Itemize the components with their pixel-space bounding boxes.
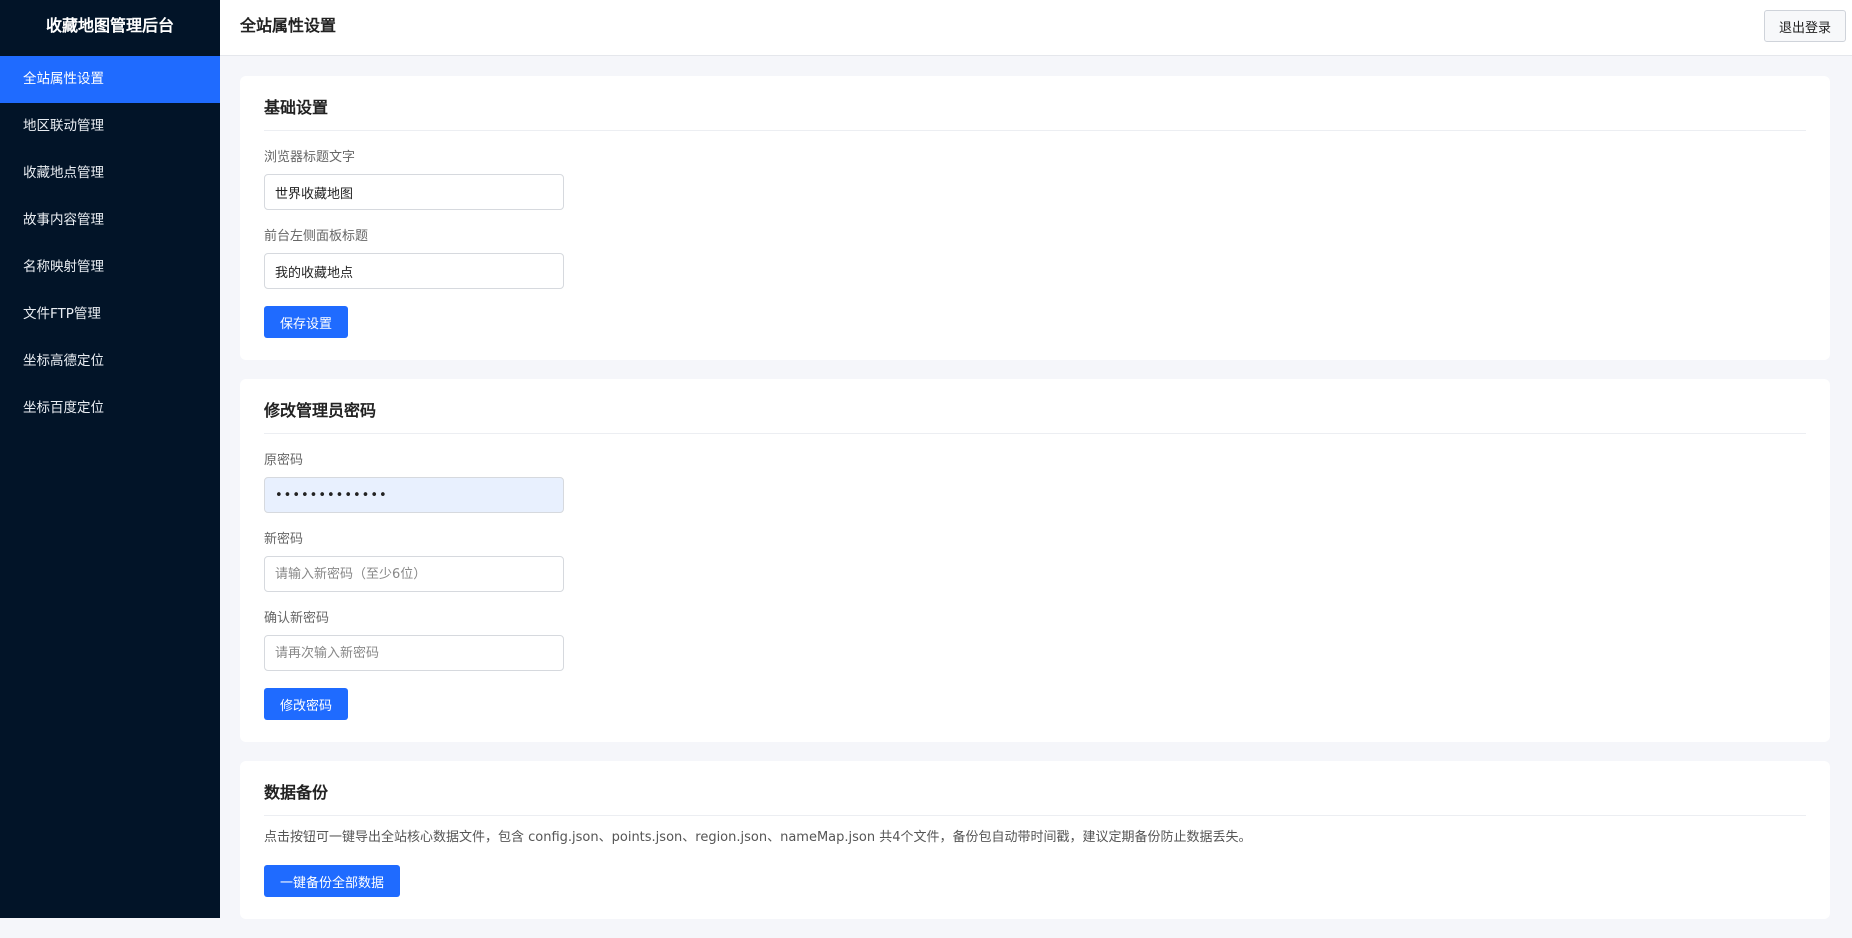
change-password-button[interactable]: 修改密码 <box>264 688 349 720</box>
logout-button[interactable]: 退出登录 <box>1764 10 1846 42</box>
sidebar-item-name-mapping[interactable]: 名称映射管理 <box>0 244 220 291</box>
sidebar: 收藏地图管理后台 全站属性设置 地区联动管理 收藏地点管理 故事内容管理 名称映… <box>0 0 220 918</box>
page-title: 全站属性设置 <box>240 16 337 35</box>
basic-settings-title: 基础设置 <box>264 96 1806 131</box>
browser-title-input[interactable] <box>264 174 564 210</box>
confirm-password-label: 确认新密码 <box>264 611 330 626</box>
basic-settings-card: 基础设置 浏览器标题文字 前台左侧面板标题 保存设置 <box>240 76 1830 360</box>
panel-title-input[interactable] <box>264 253 564 289</box>
new-password-label: 新密码 <box>264 532 304 547</box>
main-content: 基础设置 浏览器标题文字 前台左侧面板标题 保存设置 修改管理员密码 原密码 新… <box>240 76 1830 938</box>
new-password-input[interactable] <box>264 556 564 592</box>
backup-card: 数据备份 点击按钮可一键导出全站核心数据文件，包含 config.json、po… <box>240 761 1830 919</box>
sidebar-item-region-linkage[interactable]: 地区联动管理 <box>0 103 220 150</box>
app-title: 收藏地图管理后台 <box>45 16 174 35</box>
old-password-label: 原密码 <box>264 453 304 468</box>
panel-title-label: 前台左侧面板标题 <box>264 229 369 244</box>
backup-card-title: 数据备份 <box>264 781 1806 816</box>
sidebar-item-story-content[interactable]: 故事内容管理 <box>0 197 220 244</box>
sidebar-item-amap-coords[interactable]: 坐标高德定位 <box>0 338 220 385</box>
save-settings-button[interactable]: 保存设置 <box>264 306 349 338</box>
backup-description: 点击按钮可一键导出全站核心数据文件，包含 config.json、points.… <box>264 830 1252 845</box>
sidebar-item-site-settings[interactable]: 全站属性设置 <box>0 56 220 103</box>
sidebar-item-baidu-coords[interactable]: 坐标百度定位 <box>0 385 220 432</box>
password-card-title: 修改管理员密码 <box>264 399 1806 434</box>
password-card: 修改管理员密码 原密码 新密码 确认新密码 修改密码 <box>240 379 1830 742</box>
old-password-input[interactable] <box>264 477 564 513</box>
sidebar-item-ftp-files[interactable]: 文件FTP管理 <box>0 291 220 338</box>
top-bar: 全站属性设置 退出登录 <box>220 0 1852 56</box>
backup-all-button[interactable]: 一键备份全部数据 <box>264 865 401 897</box>
browser-title-label: 浏览器标题文字 <box>264 150 356 165</box>
confirm-password-input[interactable] <box>264 635 564 671</box>
sidebar-item-saved-places[interactable]: 收藏地点管理 <box>0 150 220 197</box>
